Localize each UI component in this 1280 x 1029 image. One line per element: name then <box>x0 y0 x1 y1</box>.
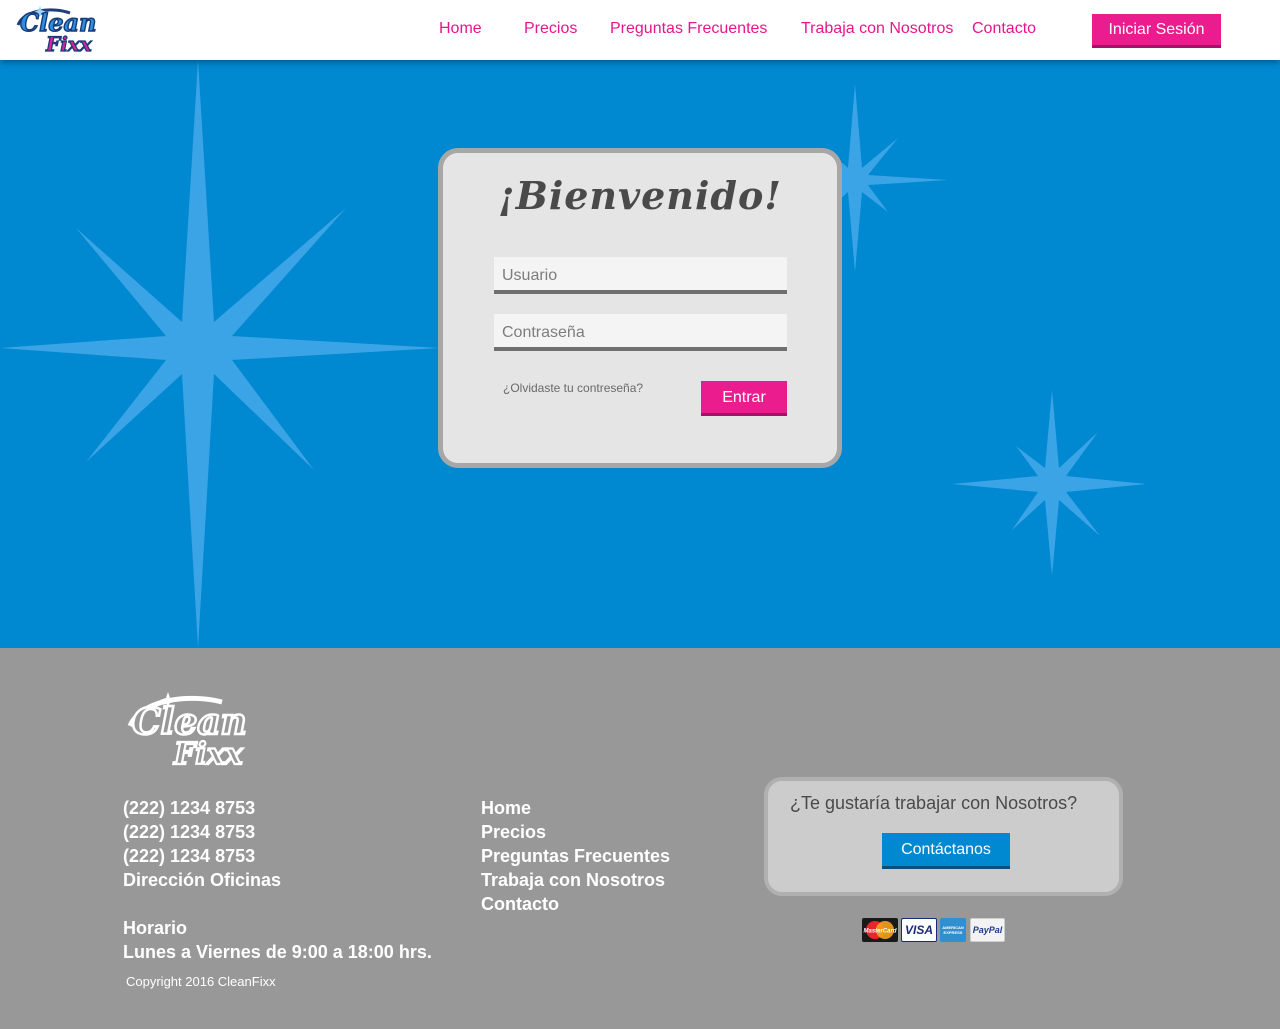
nav-home[interactable]: Home <box>439 20 482 38</box>
entrar-button[interactable]: Entrar <box>701 381 787 416</box>
work-with-us-card: ¿Te gustaría trabajar con Nosotros? Cont… <box>764 777 1123 896</box>
hero-section: ¡Bienvenido! ¿Olvidaste tu contreseña? E… <box>0 60 1280 648</box>
password-field-wrapper <box>494 314 787 351</box>
copyright-text: Copyright 2016 CleanFixx <box>126 974 276 989</box>
footer-links: Home Precios Preguntas Frecuentes Trabaj… <box>481 796 670 916</box>
office-address: Dirección Oficinas <box>123 870 282 890</box>
contactanos-button[interactable]: Contáctanos <box>882 833 1010 869</box>
footer: Clean Fixx (222) 1234 8753 (222) 1234 87… <box>0 648 1280 1029</box>
nav-trabaja-con-nosotros[interactable]: Trabaja con Nosotros <box>801 20 953 38</box>
svg-text:Fixx: Fixx <box>45 32 93 56</box>
phone-2: (222) 1234 8753 <box>123 822 256 842</box>
top-navbar: Clean Fixx Home Precios Preguntas Frecue… <box>0 0 1280 60</box>
paypal-icon: PayPal <box>970 918 1005 942</box>
nav-preguntas-frecuentes[interactable]: Preguntas Frecuentes <box>610 20 767 38</box>
footer-link-precios[interactable]: Precios <box>481 820 670 844</box>
password-input[interactable] <box>494 314 787 347</box>
mastercard-icon: MasterCard <box>862 918 898 942</box>
footer-contact: (222) 1234 8753 (222) 1234 8753 (222) 12… <box>123 796 432 964</box>
amex-icon: AMERICAN EXPRESS <box>940 918 966 942</box>
phone-1: (222) 1234 8753 <box>123 798 256 818</box>
visa-icon: VISA <box>901 918 937 942</box>
forgot-password-link[interactable]: ¿Olvidaste tu contreseña? <box>503 381 643 395</box>
svg-text:Fixx: Fixx <box>173 737 244 770</box>
iniciar-sesion-button[interactable]: Iniciar Sesión <box>1092 14 1221 48</box>
username-field-wrapper <box>494 257 787 294</box>
nav-contacto[interactable]: Contacto <box>972 20 1036 38</box>
svg-text:MasterCard: MasterCard <box>863 929 896 935</box>
footer-link-trabaja-con-nosotros[interactable]: Trabaja con Nosotros <box>481 868 670 892</box>
welcome-title: ¡Bienvenido! <box>498 173 782 218</box>
hours-text: Lunes a Viernes de 9:00 a 18:00 hrs. <box>123 942 432 962</box>
cleanfixx-logo[interactable]: Clean Fixx <box>10 3 108 57</box>
hours-title: Horario <box>123 918 188 938</box>
login-card: ¡Bienvenido! ¿Olvidaste tu contreseña? E… <box>438 148 842 468</box>
username-input[interactable] <box>494 257 787 290</box>
footer-link-contacto[interactable]: Contacto <box>481 892 670 916</box>
phone-3: (222) 1234 8753 <box>123 846 256 866</box>
footer-link-preguntas-frecuentes[interactable]: Preguntas Frecuentes <box>481 844 670 868</box>
work-with-us-question: ¿Te gustaría trabajar con Nosotros? <box>790 793 1078 813</box>
footer-link-home[interactable]: Home <box>481 796 670 820</box>
nav-precios[interactable]: Precios <box>524 20 577 38</box>
footer-logo[interactable]: Clean Fixx <box>122 688 272 770</box>
